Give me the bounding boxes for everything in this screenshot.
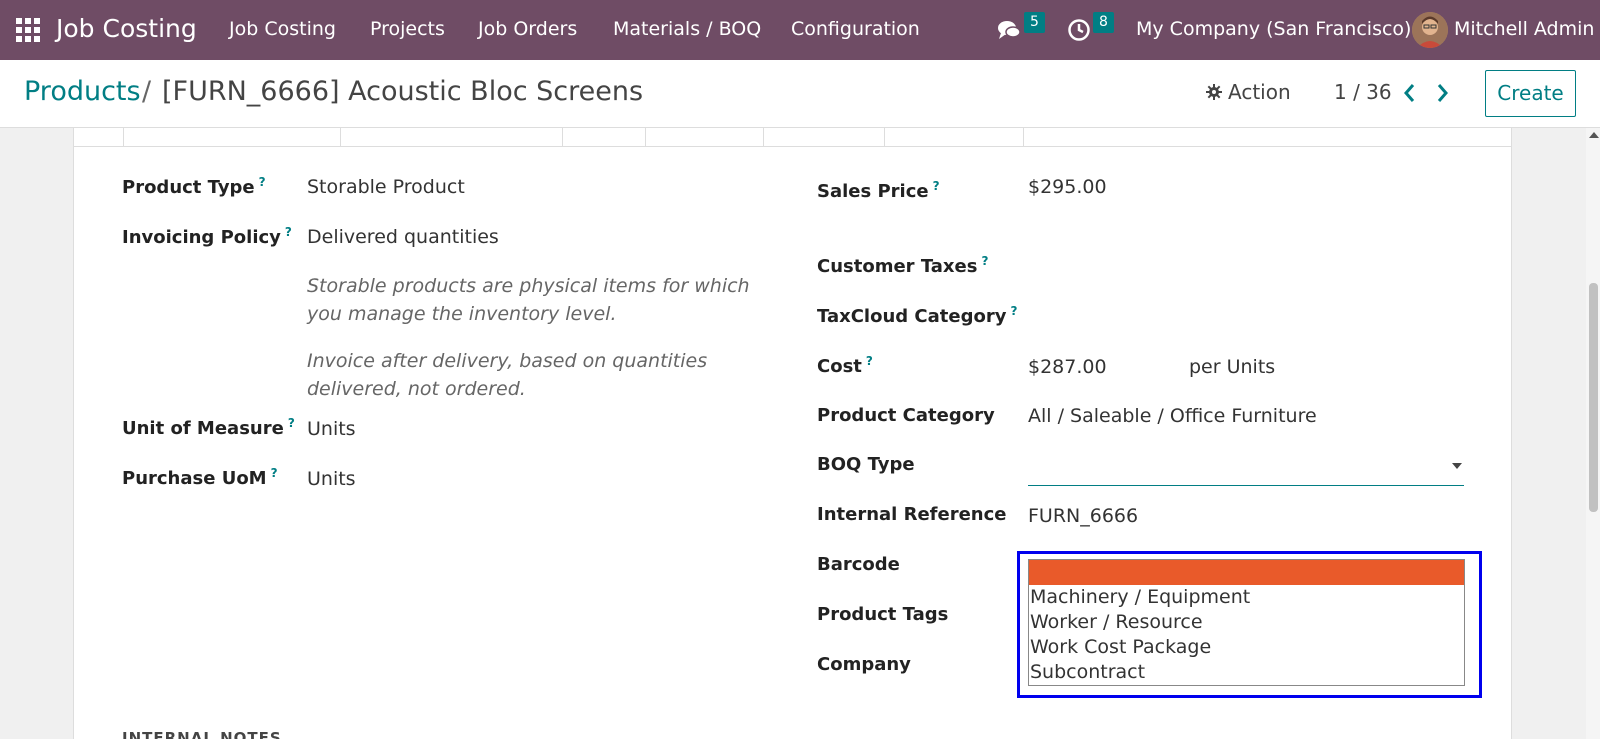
pager-value[interactable]: 1 / 36 — [1334, 80, 1392, 104]
boq-option-worker[interactable]: Worker / Resource — [1030, 611, 1203, 633]
boq-option-machinery[interactable]: Machinery / Equipment — [1030, 586, 1250, 608]
invoicing-policy-label: Invoicing Policy? — [122, 225, 292, 248]
tab-divider — [1023, 128, 1024, 147]
tab-divider — [340, 128, 341, 147]
help-marker[interactable]: ? — [259, 175, 266, 189]
breadcrumb-separator: / — [142, 76, 152, 107]
action-label: Action — [1228, 80, 1291, 104]
help-marker[interactable]: ? — [1010, 304, 1017, 318]
tab-divider — [884, 128, 885, 147]
storable-help-text: Storable products are physical items for… — [307, 275, 750, 325]
chevron-right-icon[interactable] — [1432, 82, 1452, 104]
clock-icon[interactable] — [1067, 17, 1093, 43]
customer-taxes-label: Customer Taxes? — [817, 254, 989, 277]
top-navbar: Job Costing Job Costing Projects Job Ord… — [0, 0, 1600, 60]
tab-divider — [763, 128, 764, 147]
boq-type-select[interactable] — [1028, 485, 1464, 486]
company-switcher[interactable]: My Company (San Francisco) — [1136, 18, 1411, 40]
menu-projects[interactable]: Projects — [370, 18, 445, 40]
help-marker[interactable]: ? — [271, 466, 278, 480]
company-label: Company — [817, 654, 911, 675]
product-category-label: Product Category — [817, 405, 995, 426]
boq-type-label: BOQ Type — [817, 454, 915, 475]
uom-label: Unit of Measure? — [122, 416, 295, 439]
help-marker[interactable]: ? — [981, 254, 988, 268]
caret-down-icon[interactable] — [1452, 463, 1462, 469]
purchase-uom-value[interactable]: Units — [307, 468, 356, 490]
sales-price-value[interactable]: $295.00 — [1028, 176, 1107, 198]
help-marker[interactable]: ? — [933, 179, 940, 193]
cost-label: Cost? — [817, 354, 873, 377]
boq-type-dropdown[interactable]: Machinery / Equipment Worker / Resource … — [1028, 559, 1465, 686]
user-avatar[interactable] — [1412, 12, 1448, 48]
breadcrumb-current: [FURN_6666] Acoustic Bloc Screens — [162, 76, 644, 107]
product-type-label: Product Type? — [122, 175, 266, 198]
product-tags-label: Product Tags — [817, 604, 949, 625]
help-marker[interactable]: ? — [285, 225, 292, 239]
help-marker[interactable]: ? — [288, 416, 295, 430]
menu-configuration[interactable]: Configuration — [791, 18, 920, 40]
action-button[interactable]: Action — [1206, 80, 1291, 104]
chat-badge: 5 — [1024, 12, 1045, 33]
control-panel: Products / [FURN_6666] Acoustic Bloc Scr… — [0, 60, 1600, 128]
breadcrumb-products[interactable]: Products — [24, 76, 141, 107]
boq-option-empty-selected[interactable] — [1029, 560, 1464, 585]
barcode-label: Barcode — [817, 554, 900, 575]
taxcloud-category-label: TaxCloud Category? — [817, 304, 1018, 327]
uom-value[interactable]: Units — [307, 418, 356, 440]
chat-icon[interactable] — [996, 17, 1022, 43]
avatar-image-icon — [1412, 12, 1448, 48]
internal-reference-value[interactable]: FURN_6666 — [1028, 505, 1138, 527]
invoicing-policy-value[interactable]: Delivered quantities — [307, 226, 499, 248]
product-type-value[interactable]: Storable Product — [307, 176, 465, 198]
sales-price-label: Sales Price? — [817, 179, 940, 202]
internal-reference-label: Internal Reference — [817, 504, 1007, 525]
scroll-up-icon[interactable] — [1589, 132, 1599, 138]
create-button[interactable]: Create — [1485, 70, 1576, 117]
scrollbar-thumb[interactable] — [1589, 283, 1598, 512]
menu-materials-boq[interactable]: Materials / BOQ — [613, 18, 761, 40]
apps-menu-icon[interactable] — [16, 18, 40, 42]
tab-divider — [645, 128, 646, 147]
boq-option-work-cost-package[interactable]: Work Cost Package — [1030, 636, 1211, 658]
product-category-value[interactable]: All / Saleable / Office Furniture — [1028, 405, 1317, 427]
app-brand[interactable]: Job Costing — [56, 14, 197, 43]
tab-divider — [562, 128, 563, 147]
menu-job-orders[interactable]: Job Orders — [478, 18, 577, 40]
boq-option-subcontract[interactable]: Subcontract — [1030, 661, 1145, 683]
invoice-help-text: Invoice after delivery, based on quantit… — [307, 350, 708, 400]
cost-value[interactable]: $287.00 — [1028, 356, 1107, 378]
tab-divider — [123, 128, 124, 147]
activity-badge: 8 — [1093, 12, 1114, 33]
purchase-uom-label: Purchase UoM? — [122, 466, 278, 489]
user-menu[interactable]: Mitchell Admin — [1454, 18, 1594, 40]
internal-notes-label: INTERNAL NOTES — [122, 729, 282, 739]
menu-job-costing[interactable]: Job Costing — [229, 18, 336, 40]
cost-unit: per Units — [1189, 356, 1276, 378]
chevron-left-icon[interactable] — [1400, 82, 1420, 104]
notebook-tabs — [73, 128, 1512, 147]
help-marker[interactable]: ? — [866, 354, 873, 368]
gear-icon — [1206, 84, 1222, 100]
